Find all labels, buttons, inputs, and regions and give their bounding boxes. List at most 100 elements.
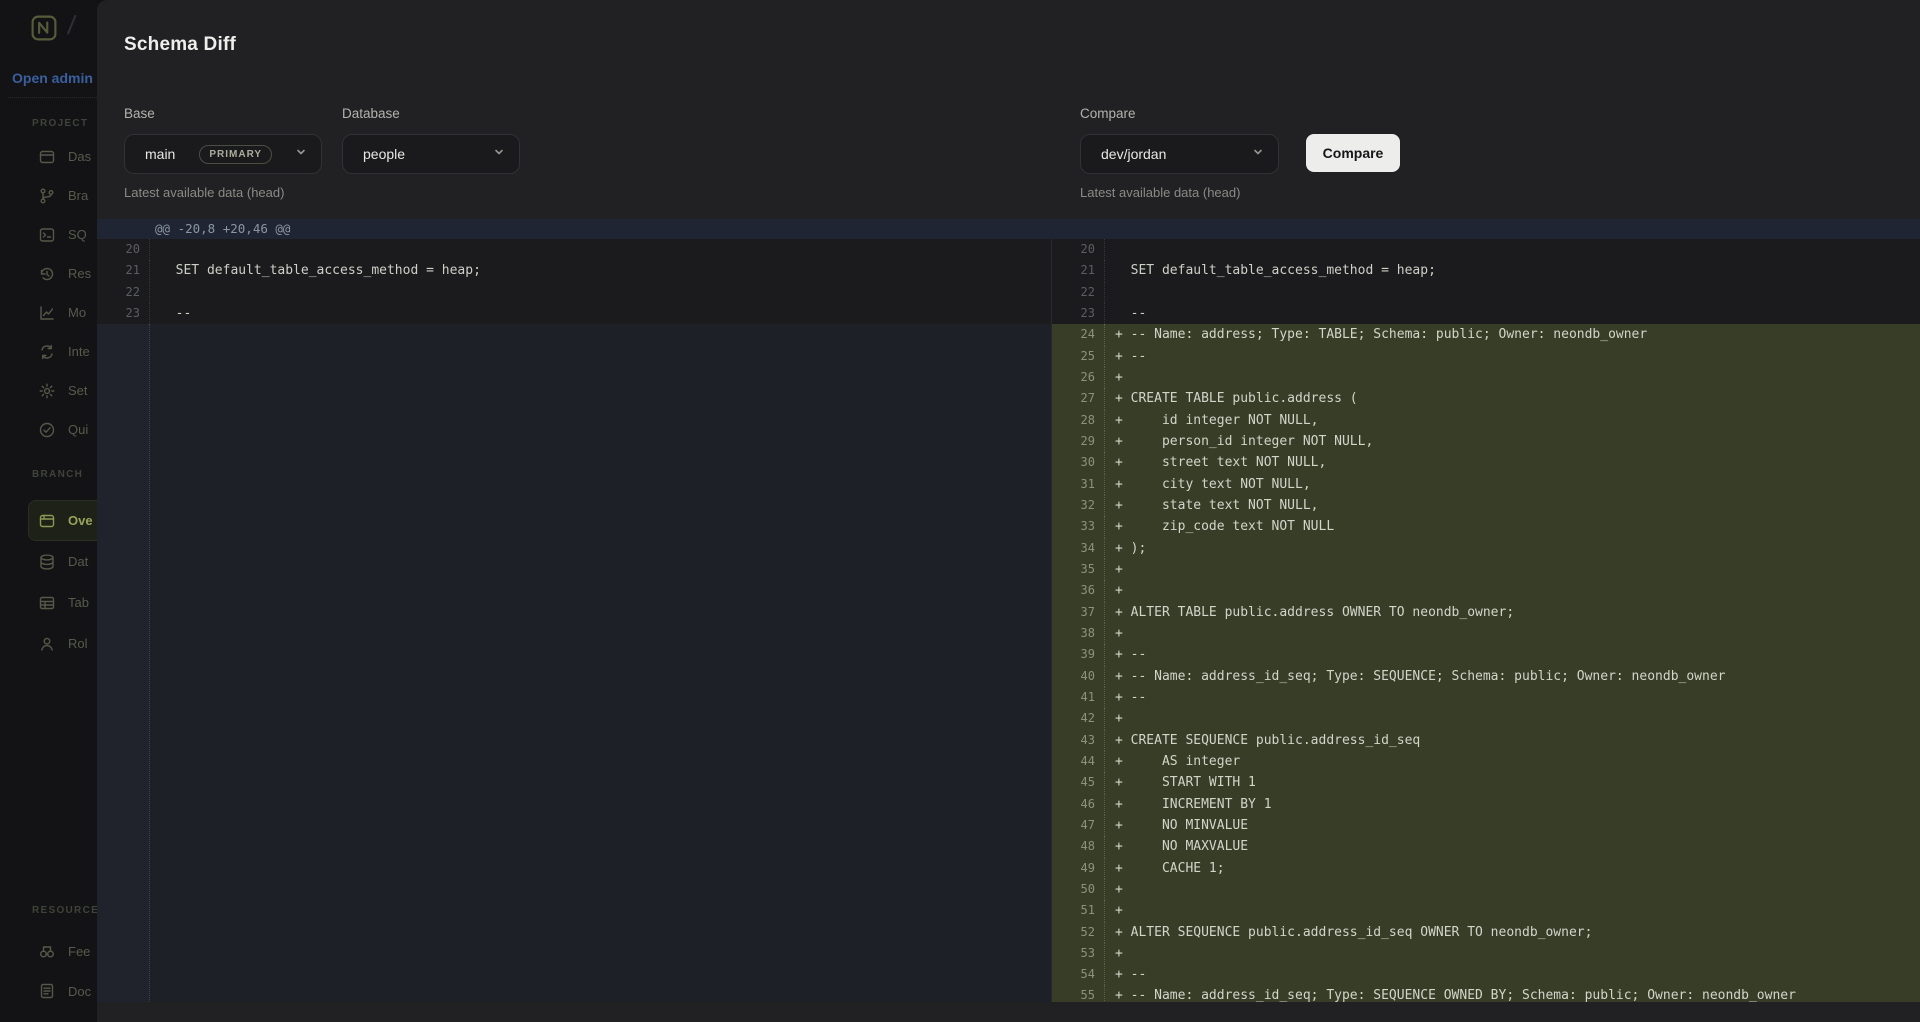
sidebar-item-quickstart[interactable]: Qui xyxy=(28,410,97,449)
docs-icon xyxy=(38,982,56,1000)
line-content: -- xyxy=(150,303,1051,324)
sidebar-item-sql-editor[interactable]: SQ xyxy=(28,215,97,254)
diff-line: 24+ -- Name: address; Type: TABLE; Schem… xyxy=(1052,324,1920,345)
diff-pane-base[interactable]: 20 21 SET default_table_access_method = … xyxy=(97,239,1052,1002)
line-content: + -- xyxy=(1105,687,1920,708)
compare-label: Compare xyxy=(1080,106,1279,122)
diff-line: 54+ -- xyxy=(1052,964,1920,985)
compare-hint: Latest available data (head) xyxy=(1080,185,1279,200)
database-label: Database xyxy=(342,106,520,122)
sidebar-section-project: PROJECTDasBra SQ ResMoInteSet Qui xyxy=(0,98,97,449)
line-number: 43 xyxy=(1052,730,1105,751)
line-content: + xyxy=(1105,559,1920,580)
diff-line: 23 -- xyxy=(1052,303,1920,324)
diff-line: 22 xyxy=(97,282,1051,303)
line-number: 50 xyxy=(1052,879,1105,900)
diff-line: 51+ xyxy=(1052,900,1920,921)
sidebar-item-label: SQ xyxy=(68,227,87,242)
line-number: 45 xyxy=(1052,772,1105,793)
roles-icon xyxy=(38,635,56,653)
line-number: 36 xyxy=(1052,580,1105,601)
line-number: 22 xyxy=(97,282,150,303)
base-branch-select[interactable]: main PRIMARY xyxy=(124,134,322,174)
line-content: + CACHE 1; xyxy=(1105,858,1920,879)
diff-pane-compare[interactable]: 20 21 SET default_table_access_method = … xyxy=(1052,239,1920,1002)
sidebar-item-integrations[interactable]: Inte xyxy=(28,332,97,371)
diff-line: 53+ xyxy=(1052,943,1920,964)
neon-logo-icon[interactable] xyxy=(31,15,57,41)
diff-line: 48+ NO MAXVALUE xyxy=(1052,836,1920,857)
sidebar-item-support[interactable]: Sup xyxy=(28,1011,97,1022)
dashboard-icon xyxy=(38,148,56,166)
diff-line: 21 SET default_table_access_method = hea… xyxy=(1052,260,1920,281)
line-content: + INCREMENT BY 1 xyxy=(1105,794,1920,815)
line-content: + -- Name: address_id_seq; Type: SEQUENC… xyxy=(1105,666,1920,687)
line-number: 34 xyxy=(1052,538,1105,559)
sidebar-item-roles[interactable]: Rol xyxy=(28,623,97,664)
sidebar-item-monitoring[interactable]: Mo xyxy=(28,293,97,332)
sidebar-section-title: BRANCH xyxy=(0,462,97,488)
line-number: 55 xyxy=(1052,985,1105,1002)
overview-icon xyxy=(38,512,56,530)
sidebar-item-label: Ove xyxy=(68,513,93,528)
diff-line: 28+ id integer NOT NULL, xyxy=(1052,410,1920,431)
diff-line: 26+ xyxy=(1052,367,1920,388)
diff-line: 47+ NO MINVALUE xyxy=(1052,815,1920,836)
line-number: 23 xyxy=(1052,303,1105,324)
line-content: + person_id integer NOT NULL, xyxy=(1105,431,1920,452)
database-value: people xyxy=(363,146,405,162)
line-number: 28 xyxy=(1052,410,1105,431)
base-hint: Latest available data (head) xyxy=(124,185,322,200)
sidebar-item-label: Qui xyxy=(68,422,88,437)
sidebar-item-restore[interactable]: Res xyxy=(28,254,97,293)
diff-line: 30+ street text NOT NULL, xyxy=(1052,452,1920,473)
database-select[interactable]: people xyxy=(342,134,520,174)
settings-icon xyxy=(38,382,56,400)
sidebar-item-dashboard[interactable]: Das xyxy=(28,137,97,176)
line-content: + -- xyxy=(1105,644,1920,665)
compare-button[interactable]: Compare xyxy=(1306,134,1400,172)
compare-branch-select[interactable]: dev/jordan xyxy=(1080,134,1279,174)
line-number: 32 xyxy=(1052,495,1105,516)
line-number: 40 xyxy=(1052,666,1105,687)
line-number: 29 xyxy=(1052,431,1105,452)
sidebar-item-settings[interactable]: Set xyxy=(28,371,97,410)
sidebar-section-title: PROJECT xyxy=(0,111,97,137)
line-content: + -- xyxy=(1105,346,1920,367)
line-number: 25 xyxy=(1052,346,1105,367)
line-content: + -- xyxy=(1105,964,1920,985)
diff-line: 36+ xyxy=(1052,580,1920,601)
line-number: 21 xyxy=(1052,260,1105,281)
primary-badge: PRIMARY xyxy=(199,145,272,164)
tables-icon xyxy=(38,594,56,612)
sidebar-item-branches[interactable]: Bra xyxy=(28,176,97,215)
monitoring-icon xyxy=(38,304,56,322)
sidebar-section-branch: BRANCH Ove Dat Tab Rol xyxy=(0,449,97,664)
sidebar-item-label: Tab xyxy=(68,595,89,610)
sidebar-item-docs[interactable]: Doc xyxy=(28,971,97,1011)
diff-line: 32+ state text NOT NULL, xyxy=(1052,495,1920,516)
line-content xyxy=(1105,282,1920,303)
line-content: + xyxy=(1105,879,1920,900)
sidebar-item-overview[interactable]: Ove xyxy=(28,500,97,541)
diff-line: 22 xyxy=(1052,282,1920,303)
chevron-down-icon xyxy=(493,145,505,163)
diff-line: 52+ ALTER SEQUENCE public.address_id_seq… xyxy=(1052,922,1920,943)
schema-diff-modal: Schema Diff Base main PRIMARY Latest ava… xyxy=(97,0,1920,1022)
sidebar-item-feedback[interactable]: Fee xyxy=(28,931,97,971)
diff-line: 37+ ALTER TABLE public.address OWNER TO … xyxy=(1052,602,1920,623)
sidebar-item-tables[interactable]: Tab xyxy=(28,582,97,623)
line-content: + ALTER TABLE public.address OWNER TO ne… xyxy=(1105,602,1920,623)
line-number: 49 xyxy=(1052,858,1105,879)
open-admin-link[interactable]: Open admin xyxy=(12,70,93,86)
line-number: 20 xyxy=(1052,239,1105,260)
diff-line: 34+ ); xyxy=(1052,538,1920,559)
sidebar-item-database[interactable]: Dat xyxy=(28,541,97,582)
line-content: + xyxy=(1105,580,1920,601)
line-content: + NO MAXVALUE xyxy=(1105,836,1920,857)
line-number: 22 xyxy=(1052,282,1105,303)
diff-line: 50+ xyxy=(1052,879,1920,900)
line-number: 54 xyxy=(1052,964,1105,985)
diff-line: 33+ zip_code text NOT NULL xyxy=(1052,516,1920,537)
line-number: 24 xyxy=(1052,324,1105,345)
